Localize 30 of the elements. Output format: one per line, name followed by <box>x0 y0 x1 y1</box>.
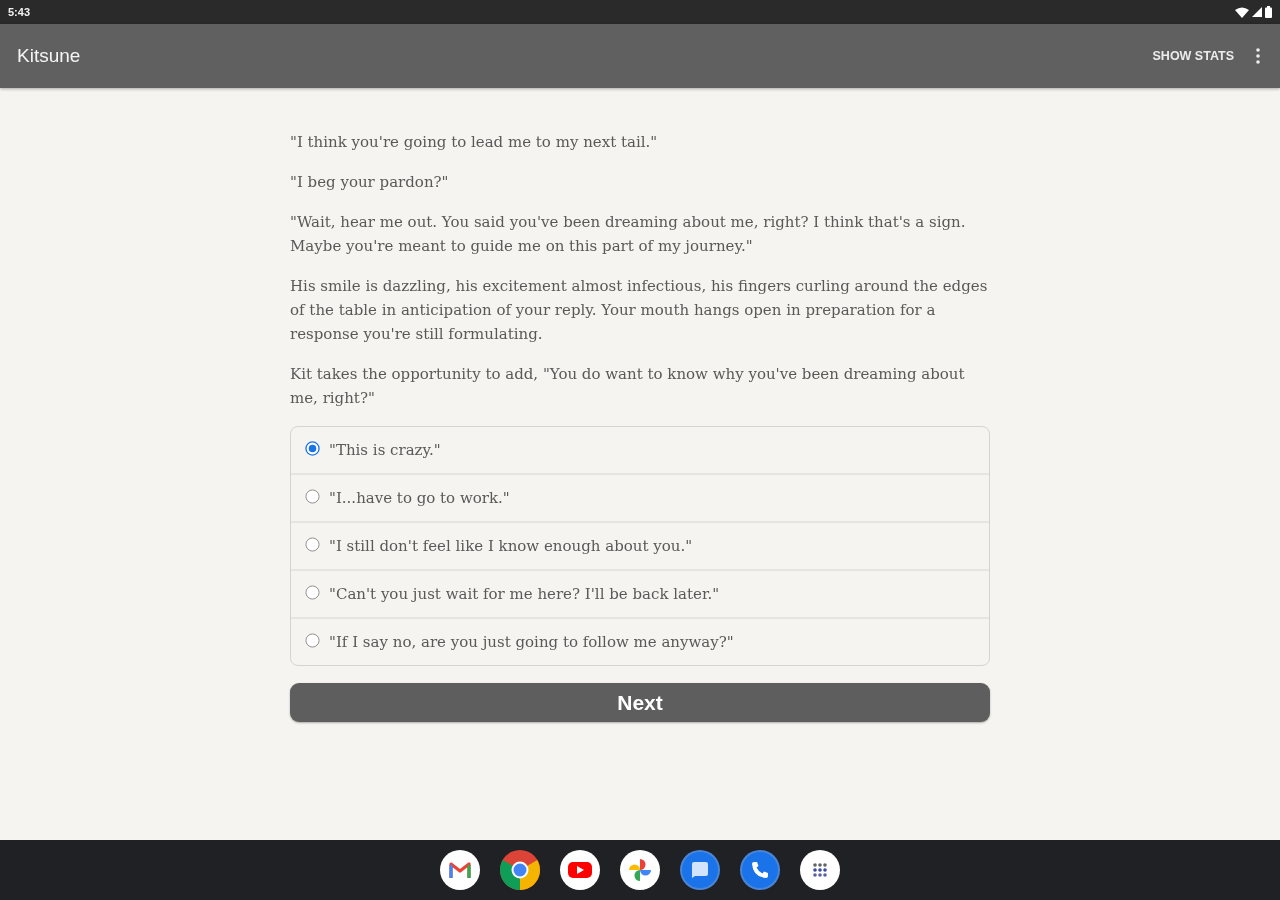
wifi-icon <box>1235 6 1249 18</box>
story-paragraph: Kit takes the opportunity to add, "You do want to know why you've been dreaming about me, right?" <box>290 364 966 409</box>
choice-option[interactable]: "This is crazy." <box>291 427 989 473</box>
pinwheel-icon[interactable] <box>620 850 660 890</box>
mail-icon[interactable] <box>440 850 480 890</box>
app-title: Kitsune <box>17 45 82 67</box>
chat-bubble-icon[interactable] <box>680 850 720 890</box>
radio-button[interactable] <box>305 441 320 456</box>
story-paragraph: "I beg your pardon?" <box>290 172 450 193</box>
choice-option[interactable]: "I...have to go to work." <box>291 473 989 521</box>
status-time: 5:43 <box>8 6 31 18</box>
story-paragraph: His smile is dazzling, his excitement almost infectious, his fingers curling around the edges of the table in anticipation of your reply. Your mouth hangs open in preparation for a response you're still formulating. <box>290 276 989 345</box>
signal-icon <box>1252 7 1262 17</box>
choice-option[interactable]: "If I say no, are you just going to follow me anyway?" <box>291 617 989 665</box>
radio-button[interactable] <box>305 537 320 552</box>
radio-button[interactable] <box>305 585 320 600</box>
browser-icon[interactable] <box>500 850 540 890</box>
show-stats-button[interactable]: SHOW STATS <box>1148 43 1238 69</box>
more-icon[interactable] <box>1256 48 1260 64</box>
battery-icon <box>1265 6 1272 18</box>
story-paragraph: "I think you're going to lead me to my next tail." <box>290 132 659 153</box>
play-button-icon[interactable] <box>560 850 600 890</box>
choice-option[interactable]: "Can't you just wait for me here? I'll be back later." <box>291 569 989 617</box>
phone-icon[interactable] <box>740 850 780 890</box>
next-button[interactable]: Next <box>290 683 990 722</box>
radio-button[interactable] <box>305 633 320 648</box>
radio-button[interactable] <box>305 489 320 504</box>
story-paragraph: "Wait, hear me out. You said you've been dreaming about me, right? I think that's a sign. Maybe you're meant to guide me on this part of my journey." <box>290 212 967 257</box>
app-grid-icon[interactable] <box>800 850 840 890</box>
choice-option[interactable]: "I still don't feel like I know enough about you." <box>291 521 989 569</box>
